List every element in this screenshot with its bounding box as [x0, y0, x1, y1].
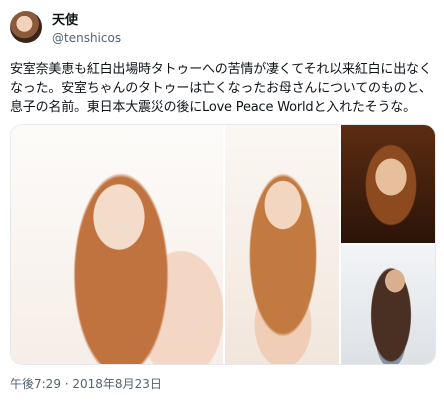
tweet-text: 安室奈美恵も紅白出場時タトゥーへの苦情が凄くてそれ以来紅白に出なくなった。安室ち… [10, 62, 432, 115]
tweet-timestamp[interactable]: 午後7:29 · 2018年8月23日 [10, 377, 162, 391]
media-grid [10, 124, 436, 365]
media-photo-4[interactable] [341, 245, 435, 364]
avatar[interactable] [10, 11, 42, 43]
tweet-card[interactable]: 天使 @tenshicos 安室奈美恵も紅白出場時タトゥーへの苦情が凄くてそれ以… [0, 0, 444, 402]
author-handle[interactable]: @tenshicos [52, 31, 121, 45]
media-photo-2[interactable] [225, 125, 339, 364]
media-photo-1[interactable] [11, 125, 223, 364]
media-photo-3[interactable] [341, 125, 435, 243]
author-display-name[interactable]: 天使 [52, 13, 78, 29]
